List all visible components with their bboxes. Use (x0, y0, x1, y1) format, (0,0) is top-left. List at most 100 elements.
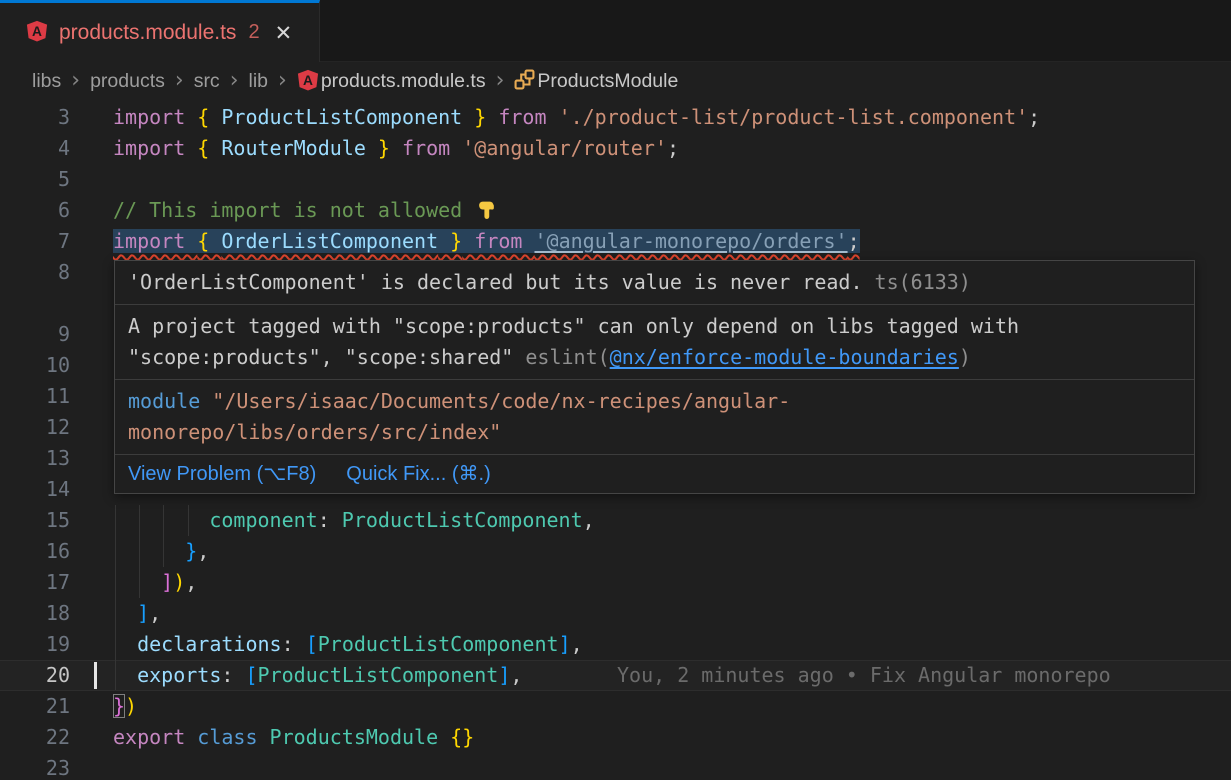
line-number: 3 (0, 102, 100, 133)
breadcrumb-item-src[interactable]: src (194, 70, 220, 93)
line-number: 6 (0, 195, 100, 226)
svg-text:A: A (303, 73, 313, 88)
code-token: : (282, 632, 306, 656)
line-number: 18 (0, 598, 100, 629)
quick-fix-action[interactable]: Quick Fix... (⌘.) (346, 462, 490, 486)
code-token: class (197, 725, 269, 749)
hover-message-line: A project tagged with "scope:products" c… (128, 311, 1181, 342)
code-token: import (113, 105, 197, 129)
code-token: ProductListComponent (221, 105, 462, 129)
code-token: ProductListComponent (258, 663, 499, 687)
code-token: , (510, 663, 522, 687)
indent-guide (188, 505, 189, 536)
breadcrumb-separator: › (71, 68, 80, 93)
code-token: [ (245, 663, 257, 687)
code-line-5[interactable]: 5 (0, 164, 1231, 195)
code-line-17[interactable]: 17 ]), (0, 567, 1231, 598)
hover-message-line: "scope:products", "scope:shared" eslint(… (128, 342, 1181, 373)
code-line-4[interactable]: 4import { RouterModule } from '@angular/… (0, 133, 1231, 164)
code-line-18[interactable]: 18 ], (0, 598, 1231, 629)
breadcrumb-item-libs[interactable]: libs (32, 70, 61, 93)
code-token: { (197, 229, 221, 253)
tab-problem-badge: 2 (248, 21, 259, 44)
code-token: } (438, 229, 462, 253)
code-token: } (366, 136, 390, 160)
breadcrumb-item-products[interactable]: products (90, 70, 165, 93)
text-cursor (94, 662, 97, 689)
code-token: module (128, 389, 212, 413)
code-token: component (209, 508, 317, 532)
code-token: '@angular/router' (462, 136, 667, 160)
code-token: ProductListComponent (342, 508, 583, 532)
rule-link[interactable]: @nx/enforce-module-boundaries (610, 345, 959, 369)
code-token: ] (137, 601, 149, 625)
indent-guide (163, 505, 164, 567)
code-token: {} (450, 725, 474, 749)
angular-logo-icon: A (24, 22, 48, 44)
line-number: 23 (0, 753, 100, 780)
line-number: 11 (0, 381, 100, 412)
code-token: } (185, 539, 197, 563)
code-line-3[interactable]: 3import { ProductListComponent } from '.… (0, 102, 1231, 133)
code-token (113, 663, 137, 687)
hover-message-line: monorepo/libs/orders/src/index" (128, 417, 1181, 448)
code-token: ] (498, 663, 510, 687)
code-token: './product-list/product-list.component' (559, 105, 1029, 129)
line-number: 19 (0, 629, 100, 660)
line-number: 4 (0, 133, 100, 164)
code-token: ; (848, 229, 860, 253)
error-hover-popup: 'OrderListComponent' is declared but its… (114, 260, 1195, 494)
code-token: { (197, 105, 221, 129)
hover-section-2: A project tagged with "scope:products" c… (115, 305, 1194, 380)
code-token (113, 632, 137, 656)
code-token: "/Users/isaac/Documents/code/nx-recipes/… (212, 389, 790, 413)
hover-message-line: module "/Users/isaac/Documents/code/nx-r… (128, 386, 1181, 417)
code-token: ) (125, 694, 137, 718)
breadcrumb-item-symbol[interactable]: ProductsModule (537, 70, 678, 93)
close-icon[interactable]: ✕ (275, 21, 293, 45)
code-line-6[interactable]: 6 // This import is not allowed (0, 195, 1231, 226)
code-token: } (462, 105, 486, 129)
code-line-23[interactable]: 23 (0, 753, 1231, 780)
hover-sections: 'OrderListComponent' is declared but its… (115, 261, 1194, 455)
code-token: from (462, 229, 534, 253)
code-token (113, 508, 209, 532)
breadcrumb-item-file[interactable]: products.module.ts (321, 70, 486, 93)
code-token: ] (559, 632, 571, 656)
line-number: 5 (0, 164, 100, 195)
code-token: ) (959, 345, 971, 369)
code-token: ProductListComponent (318, 632, 559, 656)
git-blame-annotation: You, 2 minutes ago • Fix Angular monorep… (617, 660, 1111, 691)
tab-products-module[interactable]: A products.module.ts 2 ✕ (0, 0, 320, 62)
code-token: , (185, 570, 197, 594)
code-token: ] (161, 570, 173, 594)
code-token (113, 570, 161, 594)
line-number: 12 (0, 412, 100, 443)
code-token: ; (667, 136, 679, 160)
code-line-7[interactable]: 7import { OrderListComponent } from '@an… (0, 226, 1231, 257)
tab-title: products.module.ts (59, 21, 236, 45)
line-number: 15 (0, 505, 100, 536)
line-number: 9 (0, 319, 100, 350)
breadcrumb-item-lib[interactable]: lib (249, 70, 269, 93)
code-line-15[interactable]: 15 component: ProductListComponent, (0, 505, 1231, 536)
code-token: RouterModule (221, 136, 366, 160)
code-token: import (113, 229, 197, 253)
code-token: ProductsModule (270, 725, 451, 749)
code-line-19[interactable]: 19 declarations: [ProductListComponent], (0, 629, 1231, 660)
line-number: 14 (0, 474, 100, 505)
view-problem-action[interactable]: View Problem (⌥F8) (128, 462, 316, 486)
pointing-down-hand-icon (476, 199, 497, 220)
code-token: : (221, 663, 245, 687)
code-line-21[interactable]: 21}) (0, 691, 1231, 722)
code-token (113, 601, 137, 625)
code-line-16[interactable]: 16 }, (0, 536, 1231, 567)
line-number: 8 (0, 257, 100, 288)
code-token: OrderListComponent (221, 229, 438, 253)
code-line-22[interactable]: 22export class ProductsModule {} (0, 722, 1231, 753)
code-token: '@angular-monorepo/orders' (534, 229, 847, 253)
line-number: 10 (0, 350, 100, 381)
breadcrumb-separator: › (496, 68, 505, 93)
code-line-20[interactable]: 20 exports: [ProductListComponent],You, … (0, 660, 1231, 691)
code-token: // This import is not allowed (113, 198, 474, 222)
